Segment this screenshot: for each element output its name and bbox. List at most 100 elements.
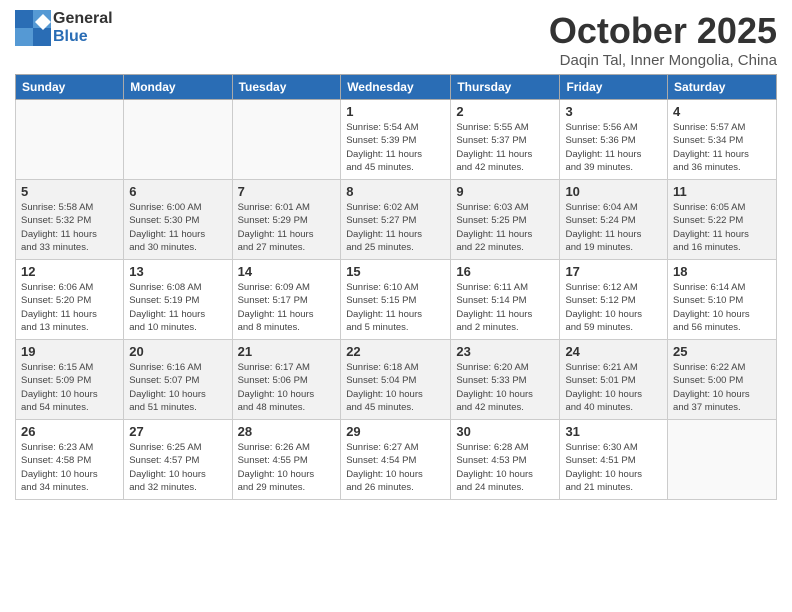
- calendar-day-cell: 5 Sunrise: 5:58 AMSunset: 5:32 PMDaylight…: [16, 180, 124, 260]
- calendar-day-cell: 3Sunrise: 5:56 AMSunset: 5:36 PMDaylight…: [560, 100, 668, 180]
- day-info: Sunrise: 6:02 AMSunset: 5:27 PMDaylight:…: [346, 201, 445, 254]
- logo-general-text: General: [53, 10, 113, 27]
- day-number: 23: [456, 344, 554, 359]
- day-info: Sunrise: 6:26 AMSunset: 4:55 PMDaylight:…: [238, 441, 336, 494]
- day-info: Sunrise: 5:57 AMSunset: 5:34 PMDaylight:…: [673, 121, 771, 174]
- calendar-day-cell: 16 Sunrise: 6:11 AMSunset: 5:14 PMDayligh…: [451, 260, 560, 340]
- calendar-day-cell: 28 Sunrise: 6:26 AMSunset: 4:55 PMDayligh…: [232, 420, 341, 500]
- day-number: 28: [238, 424, 336, 439]
- day-info: Sunrise: 6:23 AMSunset: 4:58 PMDaylight:…: [21, 441, 118, 494]
- day-number: 12: [21, 264, 118, 279]
- title-block: October 2025 Daqin Tal, Inner Mongolia, …: [549, 10, 777, 69]
- weekday-header-friday: Friday: [560, 75, 668, 100]
- calendar-day-cell: [16, 100, 124, 180]
- calendar-day-cell: 19 Sunrise: 6:15 AMSunset: 5:09 PMDayligh…: [16, 340, 124, 420]
- day-info: Sunrise: 6:05 AMSunset: 5:22 PMDaylight:…: [673, 201, 771, 254]
- day-info: Sunrise: 6:18 AMSunset: 5:04 PMDaylight:…: [346, 361, 445, 414]
- logo-blue-text: Blue: [53, 28, 88, 45]
- day-info: Sunrise: 6:09 AMSunset: 5:17 PMDaylight:…: [238, 281, 336, 334]
- calendar-day-cell: 13Sunrise: 6:08 AMSunset: 5:19 PMDayligh…: [124, 260, 232, 340]
- calendar-day-cell: [124, 100, 232, 180]
- calendar-day-cell: 10Sunrise: 6:04 AMSunset: 5:24 PMDayligh…: [560, 180, 668, 260]
- weekday-header-tuesday: Tuesday: [232, 75, 341, 100]
- calendar-day-cell: [232, 100, 341, 180]
- logo: General Blue: [15, 10, 113, 46]
- calendar-day-cell: 1Sunrise: 5:54 AMSunset: 5:39 PMDaylight…: [341, 100, 451, 180]
- day-number: 7: [238, 184, 336, 199]
- day-number: 30: [456, 424, 554, 439]
- day-info: Sunrise: 6:16 AMSunset: 5:07 PMDaylight:…: [129, 361, 226, 414]
- day-number: 6: [129, 184, 226, 199]
- calendar-day-cell: 24Sunrise: 6:21 AMSunset: 5:01 PMDayligh…: [560, 340, 668, 420]
- calendar-day-cell: 27 Sunrise: 6:25 AMSunset: 4:57 PMDayligh…: [124, 420, 232, 500]
- day-number: 17: [565, 264, 662, 279]
- calendar-week-row: 12Sunrise: 6:06 AMSunset: 5:20 PMDayligh…: [16, 260, 777, 340]
- calendar-day-cell: [668, 420, 777, 500]
- calendar-table: SundayMondayTuesdayWednesdayThursdayFrid…: [15, 74, 777, 500]
- day-number: 25: [673, 344, 771, 359]
- weekday-header-wednesday: Wednesday: [341, 75, 451, 100]
- day-number: 29: [346, 424, 445, 439]
- day-number: 26: [21, 424, 118, 439]
- day-info: Sunrise: 6:15 AMSunset: 5:09 PMDaylight:…: [21, 361, 118, 414]
- day-info: Sunrise: 6:22 AMSunset: 5:00 PMDaylight:…: [673, 361, 771, 414]
- day-number: 24: [565, 344, 662, 359]
- day-info: Sunrise: 6:30 AMSunset: 4:51 PMDaylight:…: [565, 441, 662, 494]
- day-info: Sunrise: 6:14 AMSunset: 5:10 PMDaylight:…: [673, 281, 771, 334]
- day-info: Sunrise: 5:56 AMSunset: 5:36 PMDaylight:…: [565, 121, 662, 174]
- day-number: 5: [21, 184, 118, 199]
- calendar-day-cell: 26 Sunrise: 6:23 AMSunset: 4:58 PMDayligh…: [16, 420, 124, 500]
- calendar-day-cell: 18 Sunrise: 6:14 AMSunset: 5:10 PMDayligh…: [668, 260, 777, 340]
- day-number: 8: [346, 184, 445, 199]
- calendar-week-row: 26 Sunrise: 6:23 AMSunset: 4:58 PMDayligh…: [16, 420, 777, 500]
- day-number: 18: [673, 264, 771, 279]
- day-info: Sunrise: 6:27 AMSunset: 4:54 PMDaylight:…: [346, 441, 445, 494]
- calendar-day-cell: 14 Sunrise: 6:09 AMSunset: 5:17 PMDayligh…: [232, 260, 341, 340]
- weekday-header-monday: Monday: [124, 75, 232, 100]
- calendar-day-cell: 2 Sunrise: 5:55 AMSunset: 5:37 PMDaylight…: [451, 100, 560, 180]
- calendar-day-cell: 30 Sunrise: 6:28 AMSunset: 4:53 PMDayligh…: [451, 420, 560, 500]
- calendar-day-cell: 23 Sunrise: 6:20 AMSunset: 5:33 PMDayligh…: [451, 340, 560, 420]
- weekday-header-sunday: Sunday: [16, 75, 124, 100]
- weekday-header-saturday: Saturday: [668, 75, 777, 100]
- day-number: 2: [456, 104, 554, 119]
- day-number: 11: [673, 184, 771, 199]
- day-info: Sunrise: 6:01 AMSunset: 5:29 PMDaylight:…: [238, 201, 336, 254]
- calendar-day-cell: 12Sunrise: 6:06 AMSunset: 5:20 PMDayligh…: [16, 260, 124, 340]
- day-number: 31: [565, 424, 662, 439]
- day-info: Sunrise: 6:25 AMSunset: 4:57 PMDaylight:…: [129, 441, 226, 494]
- day-number: 21: [238, 344, 336, 359]
- day-info: Sunrise: 6:12 AMSunset: 5:12 PMDaylight:…: [565, 281, 662, 334]
- day-info: Sunrise: 6:00 AMSunset: 5:30 PMDaylight:…: [129, 201, 226, 254]
- day-number: 22: [346, 344, 445, 359]
- day-number: 27: [129, 424, 226, 439]
- subtitle: Daqin Tal, Inner Mongolia, China: [549, 52, 777, 69]
- calendar-day-cell: 17 Sunrise: 6:12 AMSunset: 5:12 PMDayligh…: [560, 260, 668, 340]
- day-info: Sunrise: 5:55 AMSunset: 5:37 PMDaylight:…: [456, 121, 554, 174]
- calendar-week-row: 1Sunrise: 5:54 AMSunset: 5:39 PMDaylight…: [16, 100, 777, 180]
- calendar-day-cell: 21Sunrise: 6:17 AMSunset: 5:06 PMDayligh…: [232, 340, 341, 420]
- header: General Blue October 2025 Daqin Tal, Inn…: [15, 10, 777, 69]
- calendar-day-cell: 7 Sunrise: 6:01 AMSunset: 5:29 PMDaylight…: [232, 180, 341, 260]
- day-info: Sunrise: 6:10 AMSunset: 5:15 PMDaylight:…: [346, 281, 445, 334]
- day-number: 20: [129, 344, 226, 359]
- day-number: 14: [238, 264, 336, 279]
- day-info: Sunrise: 6:28 AMSunset: 4:53 PMDaylight:…: [456, 441, 554, 494]
- day-number: 4: [673, 104, 771, 119]
- calendar-day-cell: 4 Sunrise: 5:57 AMSunset: 5:34 PMDaylight…: [668, 100, 777, 180]
- calendar-day-cell: 15 Sunrise: 6:10 AMSunset: 5:15 PMDayligh…: [341, 260, 451, 340]
- calendar-day-cell: 6 Sunrise: 6:00 AMSunset: 5:30 PMDaylight…: [124, 180, 232, 260]
- weekday-header-row: SundayMondayTuesdayWednesdayThursdayFrid…: [16, 75, 777, 100]
- day-number: 16: [456, 264, 554, 279]
- day-info: Sunrise: 6:11 AMSunset: 5:14 PMDaylight:…: [456, 281, 554, 334]
- day-number: 1: [346, 104, 445, 119]
- day-info: Sunrise: 5:58 AMSunset: 5:32 PMDaylight:…: [21, 201, 118, 254]
- page-container: General Blue October 2025 Daqin Tal, Inn…: [0, 0, 792, 510]
- day-number: 13: [129, 264, 226, 279]
- day-info: Sunrise: 6:20 AMSunset: 5:33 PMDaylight:…: [456, 361, 554, 414]
- day-number: 19: [21, 344, 118, 359]
- day-info: Sunrise: 6:03 AMSunset: 5:25 PMDaylight:…: [456, 201, 554, 254]
- calendar-day-cell: 9Sunrise: 6:03 AMSunset: 5:25 PMDaylight…: [451, 180, 560, 260]
- day-number: 15: [346, 264, 445, 279]
- calendar-week-row: 5 Sunrise: 5:58 AMSunset: 5:32 PMDaylight…: [16, 180, 777, 260]
